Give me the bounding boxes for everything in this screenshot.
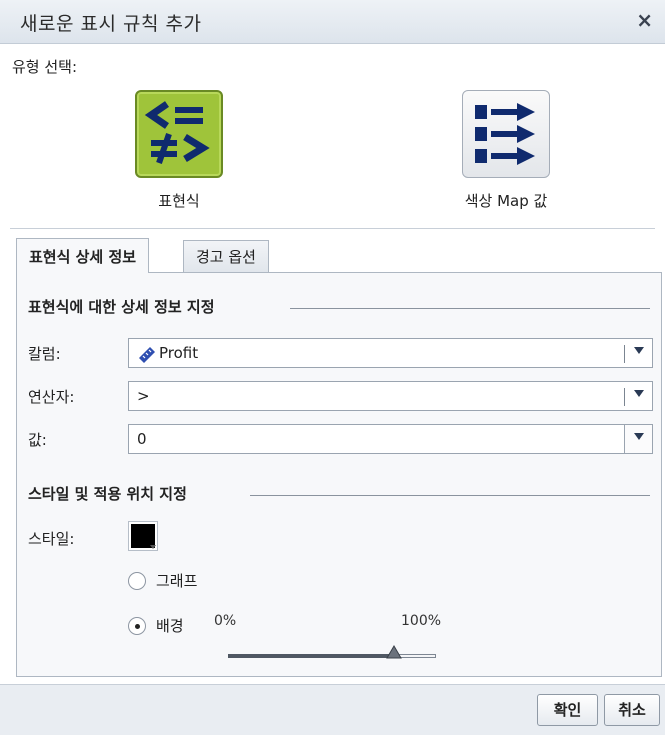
section-divider — [290, 308, 650, 309]
title-bar[interactable]: 새로운 표시 규칙 추가 × — [0, 0, 665, 44]
slider-min-label: 0% — [214, 613, 237, 629]
slider-fill — [228, 654, 394, 658]
color-map-arrows-icon — [462, 90, 550, 178]
radio-checked-icon[interactable] — [128, 616, 146, 635]
tab-alert-options[interactable]: 경고 옵션 — [183, 240, 269, 272]
apply-to-background-radio[interactable]: 배경 — [128, 615, 184, 636]
operator-select[interactable]: > — [128, 381, 653, 411]
apply-to-graph-label: 그래프 — [156, 572, 198, 590]
style-label: 스타일: — [28, 530, 75, 548]
column-label: 칼럼: — [28, 345, 61, 363]
value-combo-value: 0 — [137, 430, 147, 448]
measure-ruler-icon — [137, 345, 157, 367]
select-separator — [624, 388, 625, 406]
apply-to-graph-radio[interactable]: 그래프 — [128, 570, 197, 591]
tab-expression-details[interactable]: 표현식 상세 정보 — [16, 238, 150, 273]
column-select-value: Profit — [159, 344, 199, 362]
type-option-expression[interactable]: 표현식 — [89, 90, 269, 220]
type-option-color-map-label: 색상 Map 값 — [464, 192, 548, 210]
slider-max-label: 100% — [401, 613, 442, 629]
value-combo[interactable]: 0 — [128, 424, 653, 454]
ok-button[interactable]: 확인 — [537, 694, 598, 726]
chevron-down-icon[interactable] — [634, 390, 644, 397]
value-label: 값: — [28, 431, 47, 449]
radio-dot — [135, 623, 140, 629]
type-option-expression-label: 표현식 — [158, 192, 200, 210]
expression-section-title: 표현식에 대한 상세 정보 지정 — [28, 298, 215, 316]
type-option-color-map[interactable]: 색상 Map 값 — [416, 90, 596, 220]
style-color-swatch[interactable] — [128, 521, 158, 551]
tab-panel — [16, 272, 662, 677]
section-divider — [250, 495, 650, 496]
chevron-down-icon — [150, 545, 156, 549]
divider — [10, 228, 655, 229]
radio-unchecked-icon[interactable] — [128, 571, 146, 590]
style-section-title: 스타일 및 적용 위치 지정 — [28, 485, 187, 503]
type-select-label: 유형 선택: — [12, 58, 78, 76]
chevron-down-icon[interactable] — [634, 433, 644, 440]
new-display-rule-dialog: 새로운 표시 규칙 추가 × 유형 선택: 표현식 색상 Map 값 표현식 상… — [0, 0, 665, 735]
column-select[interactable]: Profit — [128, 338, 653, 368]
cancel-button[interactable]: 취소 — [604, 694, 660, 726]
chevron-down-icon[interactable] — [634, 347, 644, 354]
apply-to-background-label: 배경 — [156, 617, 184, 635]
comparison-operators-icon — [135, 90, 223, 178]
dialog-title: 새로운 표시 규칙 추가 — [20, 13, 202, 35]
operator-label: 연산자: — [28, 388, 75, 406]
select-separator — [624, 345, 625, 363]
slider-thumb[interactable] — [386, 645, 402, 659]
close-icon[interactable]: × — [636, 8, 653, 32]
operator-select-value: > — [137, 387, 150, 405]
